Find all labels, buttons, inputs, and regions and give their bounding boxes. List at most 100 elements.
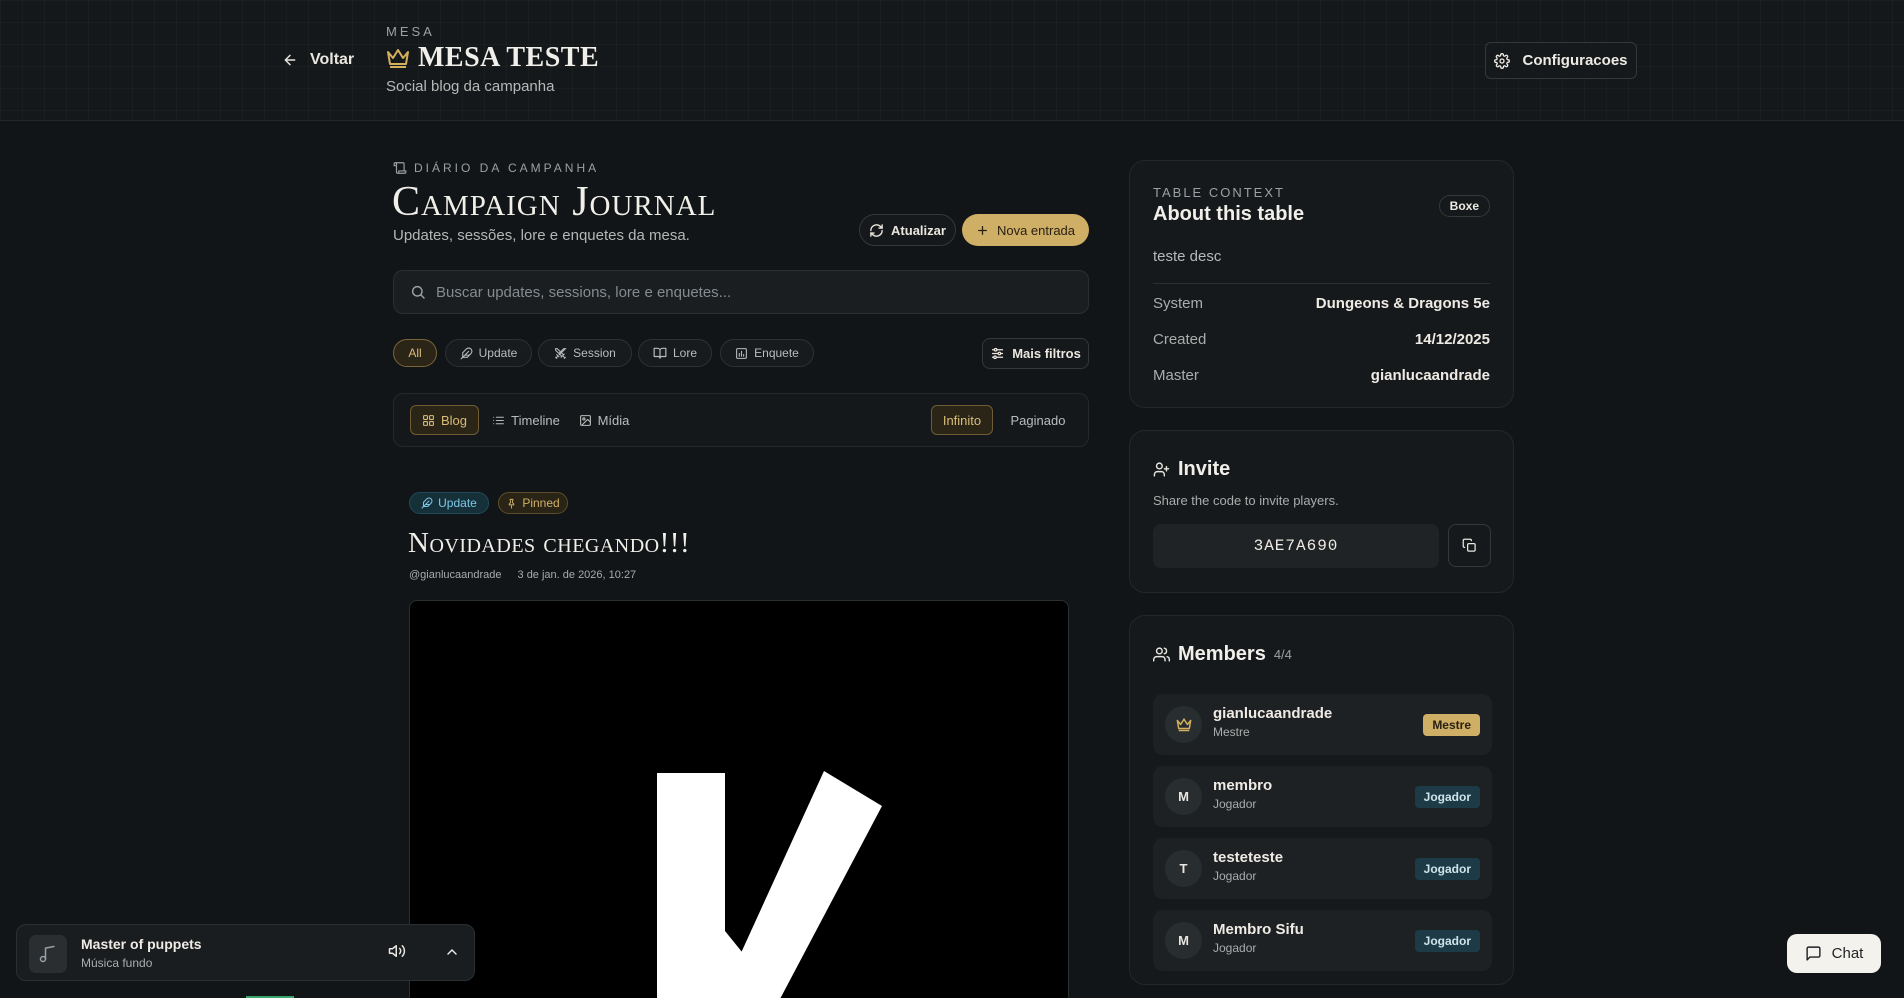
top-header: Voltar MESA MESA TESTE Social blog da ca… (0, 0, 1904, 121)
gear-icon (1494, 52, 1511, 69)
music-player: Master of puppets Música fundo (16, 924, 475, 981)
post-date: 3 de jan. de 2026, 10:27 (517, 569, 637, 581)
chat-label: Chat (1831, 945, 1864, 962)
filter-chip-lore[interactable]: Lore (638, 339, 712, 367)
expand-player-button[interactable] (444, 944, 460, 960)
role-badge: Jogador (1414, 930, 1480, 952)
member-row[interactable]: M membro Jogador Jogador (1153, 766, 1492, 827)
info-key: Created (1153, 331, 1207, 348)
table-kicker: MESA (386, 24, 435, 39)
filter-chip-all[interactable]: All (393, 339, 437, 367)
copy-code-button[interactable] (1448, 524, 1491, 567)
users-icon (1153, 646, 1170, 663)
member-name: Membro Sifu (1213, 921, 1304, 938)
invite-card: Invite Share the code to invite players.… (1129, 430, 1514, 593)
member-name: gianlucaandrade (1213, 705, 1333, 722)
avatar: T (1165, 850, 1202, 887)
table-title: MESA TESTE (418, 42, 600, 73)
chat-icon (1805, 945, 1822, 962)
invite-title: Invite (1178, 458, 1231, 480)
member-row[interactable]: M Membro Sifu Jogador Jogador (1153, 910, 1492, 971)
back-button[interactable]: Voltar (282, 46, 354, 74)
info-key: Master (1153, 367, 1199, 384)
filter-chip-session[interactable]: Session (538, 339, 632, 367)
view-tab-timeline[interactable]: Timeline (486, 405, 566, 435)
post-title[interactable]: Novidades chegando!!! (408, 527, 690, 560)
pin-icon (506, 498, 517, 509)
filter-label: All (408, 346, 422, 360)
post-image[interactable] (409, 600, 1069, 998)
member-role: Mestre (1213, 725, 1250, 739)
about-description: teste desc (1153, 248, 1222, 265)
members-title: Members (1178, 643, 1266, 665)
role-badge: Mestre (1423, 714, 1480, 736)
volume-button[interactable] (388, 942, 406, 960)
about-kicker: TABLE CONTEXT (1153, 185, 1285, 200)
pagination-label: Infinito (942, 412, 982, 428)
user-plus-icon (1153, 461, 1170, 478)
settings-button[interactable]: Configuracoes (1485, 42, 1637, 79)
post-author[interactable]: @gianlucaandrade (409, 569, 502, 581)
search-input[interactable] (436, 283, 1088, 301)
more-filters-label: Mais filtros (1012, 346, 1081, 361)
feather-icon (460, 347, 473, 360)
filter-label: Session (573, 346, 616, 360)
view-switcher: Blog Timeline Mídia Infinito Paginado (393, 393, 1089, 447)
member-row[interactable]: T testeteste Jogador Jogador (1153, 838, 1492, 899)
filter-label: Lore (672, 346, 698, 360)
new-entry-button[interactable]: Nova entrada (962, 214, 1089, 246)
info-row-created: Created 14/12/2025 (1153, 331, 1490, 348)
member-name: membro (1213, 777, 1273, 794)
info-value: 14/12/2025 (1414, 331, 1490, 348)
role-badge: Jogador (1414, 858, 1480, 880)
avatar (1165, 706, 1202, 743)
filter-chip-update[interactable]: Update (445, 339, 532, 367)
image-icon (579, 414, 592, 427)
page-title: MESA TESTE (386, 42, 599, 74)
members-heading: Members 4/4 (1153, 643, 1292, 666)
back-label: Voltar (310, 51, 355, 68)
about-title: About this table (1153, 203, 1305, 225)
settings-label: Configuracoes (1522, 52, 1628, 69)
refresh-button[interactable]: Atualizar (859, 214, 956, 246)
avatar: M (1165, 922, 1202, 959)
track-title: Master of puppets (81, 936, 202, 952)
feather-icon (421, 497, 433, 509)
about-card: TABLE CONTEXT About this table Boxe test… (1129, 160, 1514, 408)
search-icon (410, 284, 426, 300)
journal-kicker-label: DIÁRIO DA CAMPANHA (414, 161, 600, 175)
post-image-graphic (657, 771, 882, 998)
crown-icon (1176, 717, 1192, 732)
new-entry-label: Nova entrada (996, 222, 1076, 238)
invite-heading: Invite (1153, 458, 1230, 481)
search-bar[interactable] (393, 270, 1089, 314)
journal-title: Campaign Journal (392, 179, 717, 225)
info-value: gianlucaandrade (1370, 367, 1490, 384)
refresh-label: Atualizar (891, 222, 946, 238)
more-filters-button[interactable]: Mais filtros (982, 338, 1089, 369)
view-tab-blog[interactable]: Blog (410, 405, 479, 435)
journal-subtitle: Updates, sessões, lore e enquetes da mes… (393, 227, 690, 244)
grid-icon (422, 414, 435, 427)
swords-icon (554, 347, 567, 360)
scroll-icon (393, 161, 407, 175)
filter-label: Update (478, 346, 518, 360)
filter-chip-enquete[interactable]: Enquete (720, 339, 814, 367)
pagination-infinito[interactable]: Infinito (931, 405, 993, 435)
table-subtitle: Social blog da campanha (386, 78, 555, 95)
volume-icon (388, 942, 406, 960)
tag-label: Pinned (522, 496, 560, 510)
table-type-badge: Boxe (1438, 195, 1490, 217)
post-meta: @gianlucaandrade 3 de jan. de 2026, 10:2… (409, 569, 636, 581)
copy-icon (1462, 538, 1477, 553)
poll-icon (735, 347, 748, 360)
member-row[interactable]: gianlucaandrade Mestre Mestre (1153, 694, 1492, 755)
info-row-system: System Dungeons & Dragons 5e (1153, 295, 1490, 312)
view-tab-label: Blog (440, 412, 468, 428)
invite-code[interactable]: 3AE7A690 (1153, 524, 1439, 568)
members-card: Members 4/4 gianlucaandrade Mestre Mestr… (1129, 615, 1514, 985)
view-tab-midia[interactable]: Mídia (572, 405, 636, 435)
pagination-paginado[interactable]: Paginado (1001, 405, 1075, 435)
pagination-label: Paginado (1010, 412, 1066, 428)
chat-button[interactable]: Chat (1787, 934, 1881, 973)
